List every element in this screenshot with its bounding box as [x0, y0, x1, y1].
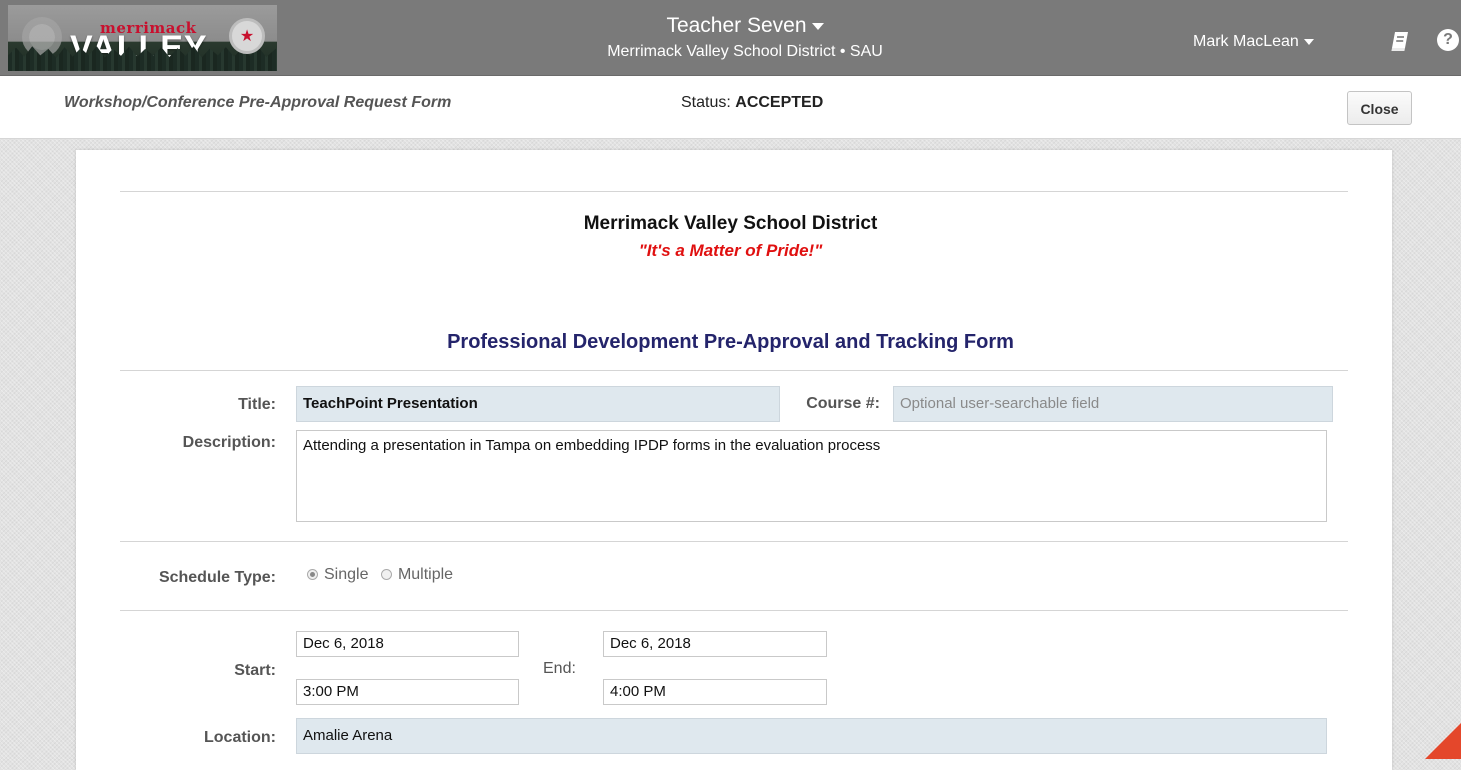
- schedule-type-radio-group: Single Multiple: [307, 566, 461, 584]
- district-motto: "It's a Matter of Pride!": [638, 241, 823, 260]
- seal-left-icon: [22, 17, 62, 57]
- book-icon[interactable]: [1389, 30, 1411, 57]
- location-field[interactable]: Amalie Arena: [296, 718, 1327, 754]
- end-label: End:: [543, 660, 576, 677]
- close-button[interactable]: Close: [1347, 91, 1412, 125]
- end-time-field[interactable]: 4:00 PM: [603, 679, 827, 705]
- district-heading: Merrimack Valley School District: [583, 213, 878, 234]
- divider: [120, 191, 1348, 192]
- description-field[interactable]: Attending a presentation in Tampa on emb…: [296, 430, 1327, 522]
- start-date-field[interactable]: Dec 6, 2018: [296, 631, 519, 657]
- course-label: Course #:: [806, 395, 880, 412]
- status-label: Status:: [681, 94, 731, 111]
- divider: [120, 610, 1348, 611]
- help-icon[interactable]: ?: [1437, 29, 1459, 51]
- title-label: Title:: [238, 396, 276, 413]
- schedule-type-label: Schedule Type:: [158, 569, 276, 586]
- status-indicator: Status: ACCEPTED: [681, 94, 823, 112]
- corner-tab[interactable]: [1425, 723, 1461, 759]
- schedule-single-label: Single: [324, 566, 369, 583]
- schedule-multiple-radio[interactable]: [380, 569, 392, 580]
- divider: [120, 541, 1348, 542]
- teacher-selector[interactable]: Teacher Seven: [555, 14, 935, 38]
- location-label: Location:: [204, 729, 276, 746]
- start-time-field[interactable]: 3:00 PM: [296, 679, 519, 705]
- end-date-field[interactable]: Dec 6, 2018: [603, 631, 827, 657]
- start-label: Start:: [234, 662, 276, 679]
- description-label: Description:: [182, 434, 276, 451]
- divider: [120, 370, 1348, 371]
- district-logo[interactable]: merrimack VALLEY ★: [8, 5, 277, 71]
- user-name: Mark MacLean: [1193, 33, 1299, 50]
- title-field[interactable]: TeachPoint Presentation: [296, 386, 780, 422]
- course-number-field[interactable]: Optional user-searchable field: [893, 386, 1333, 422]
- form-name: Workshop/Conference Pre-Approval Request…: [64, 94, 452, 111]
- schedule-single-radio[interactable]: [307, 569, 318, 580]
- form-header-bar: Workshop/Conference Pre-Approval Request…: [0, 76, 1461, 139]
- status-badge: ACCEPTED: [735, 94, 824, 111]
- district-line: Merrimack Valley School District • SAU: [607, 43, 883, 60]
- user-menu[interactable]: Mark MacLean: [1193, 33, 1314, 51]
- star-seal-icon: ★: [229, 18, 265, 54]
- top-bar: merrimack VALLEY ★ Teacher Seven Merrima…: [0, 0, 1461, 76]
- teacher-name: Teacher Seven: [666, 14, 807, 37]
- context-switcher[interactable]: Teacher Seven Merrimack Valley School Di…: [555, 14, 935, 61]
- chevron-down-icon: [1303, 38, 1314, 45]
- schedule-multiple-label: Multiple: [397, 566, 454, 583]
- chevron-down-icon: [811, 22, 824, 30]
- form-title: Professional Development Pre-Approval an…: [447, 331, 1014, 353]
